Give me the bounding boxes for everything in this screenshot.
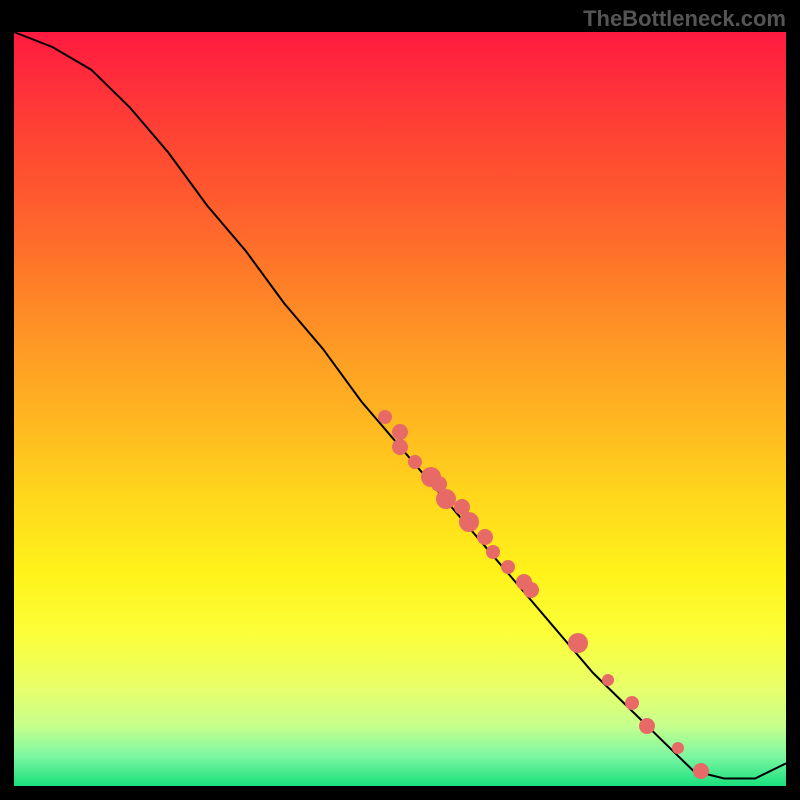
data-point xyxy=(602,674,614,686)
chart-frame: TheBottleneck.com xyxy=(0,0,800,800)
data-point xyxy=(392,439,408,455)
data-point xyxy=(459,512,479,532)
data-point xyxy=(392,424,408,440)
data-point xyxy=(477,529,493,545)
plot-area xyxy=(14,32,786,786)
watermark-text: TheBottleneck.com xyxy=(583,6,786,32)
curve-layer xyxy=(14,32,786,786)
data-point xyxy=(693,763,709,779)
data-point xyxy=(639,718,655,734)
data-point xyxy=(486,545,500,559)
data-point xyxy=(408,455,422,469)
data-point xyxy=(523,582,539,598)
data-point xyxy=(672,742,684,754)
curve-path xyxy=(14,32,786,779)
data-point xyxy=(568,633,588,653)
data-point xyxy=(625,696,639,710)
data-point xyxy=(378,410,392,424)
data-point xyxy=(501,560,515,574)
